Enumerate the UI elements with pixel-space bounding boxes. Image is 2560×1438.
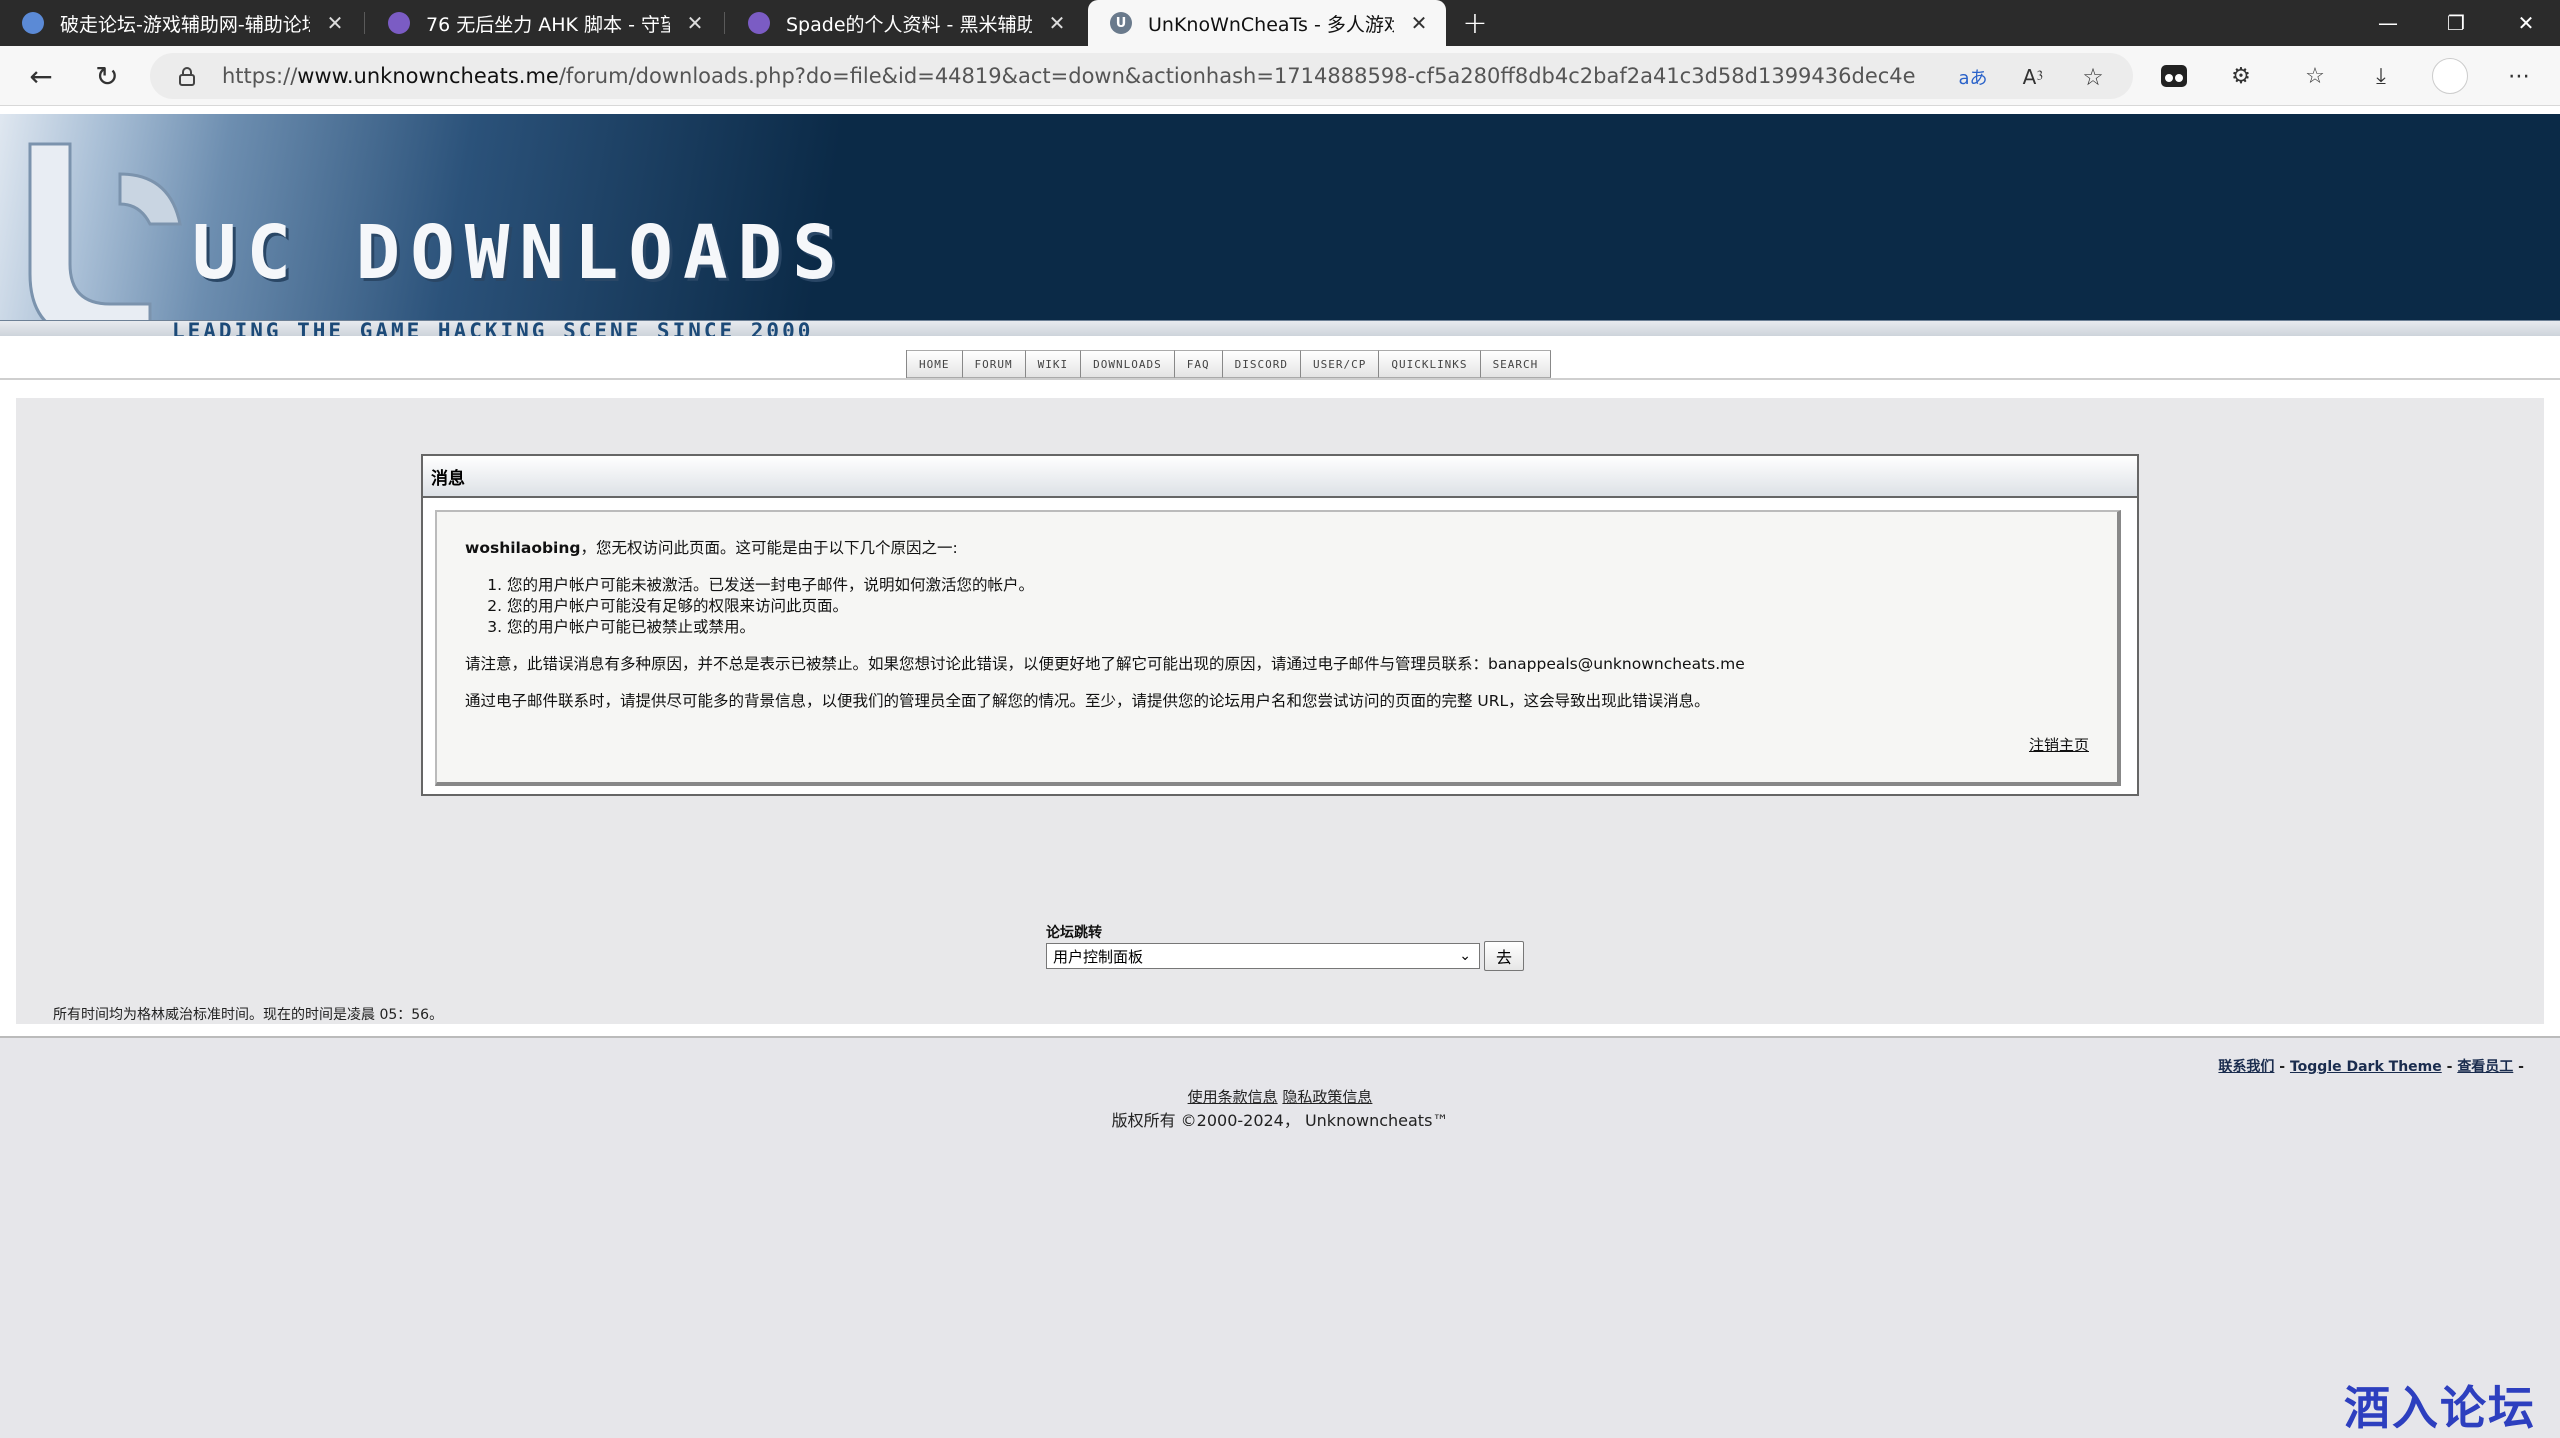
close-window-button[interactable]: ✕ [2492,0,2560,46]
downloads-icon[interactable]: ⤓ [2364,59,2398,93]
tab-favicon-icon [748,12,770,34]
banner-title: UC DOWNLOADS [192,210,847,296]
uc-logo-icon [28,142,182,336]
forum-jump-go-button[interactable]: 去 [1484,941,1524,971]
watermark-logo: 酒入论坛 [2344,1381,2536,1435]
tab-close-icon[interactable]: ✕ [682,10,708,36]
extensions-puzzle-icon[interactable]: ⚙ [2224,59,2258,93]
tab-title: 76 无后坐力 AHK 脚本 - 守望先锋 [426,13,670,36]
site-nav-bar: HOME FORUM WIKI DOWNLOADS FAQ DISCORD US… [906,350,1552,378]
reason-list: 您的用户帐户可能未被激活。已发送一封电子邮件，说明如何激活您的帐户。 您的用户帐… [507,575,2089,638]
footer-sep: - [2513,1059,2524,1075]
profile-avatar[interactable] [2432,58,2468,94]
terms-link[interactable]: 使用条款信息 [1188,1088,1278,1106]
tab-title: UnKnoWnCheaTs - 多人游戏黑客 [1148,13,1394,36]
unknowncheats-favicon-icon: U [1110,12,1132,34]
contact-us-link[interactable]: 联系我们 [2218,1059,2274,1075]
privacy-link[interactable]: 隐私政策信息 [1282,1088,1372,1106]
forum-jump-label: 论坛跳转 [1046,925,1102,941]
message-intro: woshilaobing，您无权访问此页面。这可能是由于以下几个原因之一: [465,538,2089,559]
tab-favicon-icon [388,12,410,34]
banner-tagline: LEADING THE GAME HACKING SCENE SINCE 200… [172,319,814,336]
nav-search[interactable]: SEARCH [1480,350,1552,378]
message-header: 消息 [423,456,2137,498]
more-menu-icon[interactable]: ⋯ [2502,59,2536,93]
view-staff-link[interactable]: 查看员工 [2457,1059,2513,1075]
browser-toolbar: ← ↻ https://www.unknowncheats.me/forum/d… [0,46,2560,106]
tab-close-icon[interactable]: ✕ [1044,10,1070,36]
chevron-down-icon: ⌄ [1459,948,1471,964]
tab-title: 破走论坛-游戏辅助网-辅助论坛 [60,13,310,36]
nav-faq[interactable]: FAQ [1174,350,1223,378]
toggle-dark-theme-link[interactable]: Toggle Dark Theme [2290,1059,2442,1075]
browser-tab-4-active[interactable]: U UnKnoWnCheaTs - 多人游戏黑客 ✕ [1088,0,1446,46]
copyright: 版权所有 ©2000-2024， Unknowncheats™ [1111,1111,1449,1130]
restore-button[interactable]: ❐ [2422,0,2490,46]
browser-tab-1[interactable]: 破走论坛-游戏辅助网-辅助论坛 ✕ [0,0,362,46]
site-banner[interactable]: UC DOWNLOADS LEADING THE GAME HACKING SC… [0,114,2560,336]
tab-title: Spade的个人资料 - 黑米辅助游戏 [786,13,1032,36]
footer-sep: - [2441,1059,2458,1075]
nav-wiki[interactable]: WIKI [1025,350,1082,378]
browser-tab-3[interactable]: Spade的个人资料 - 黑米辅助游戏 ✕ [726,0,1084,46]
favorites-list-icon[interactable]: ☆ [2298,59,2332,93]
lock-icon [179,67,195,86]
policy-links: 使用条款信息 隐私政策信息 [16,1086,2544,1107]
refresh-icon[interactable]: ↻ [86,55,128,97]
extension-tampermonkey-icon[interactable] [2157,59,2191,93]
logout-home-link[interactable]: 注销主页 [2029,735,2089,756]
message-body: woshilaobing，您无权访问此页面。这可能是由于以下几个原因之一: 您的… [435,510,2121,786]
translate-icon[interactable]: aあ [1958,62,1988,92]
address-bar[interactable]: https://www.unknowncheats.me/forum/downl… [150,53,2133,99]
nav-forum[interactable]: FORUM [962,350,1026,378]
reason-item: 您的用户帐户可能未被激活。已发送一封电子邮件，说明如何激活您的帐户。 [507,575,2089,596]
tab-strip: 破走论坛-游戏辅助网-辅助论坛 ✕ 76 无后坐力 AHK 脚本 - 守望先锋 … [0,0,2560,46]
main-content: 消息 woshilaobing，您无权访问此页面。这可能是由于以下几个原因之一:… [16,398,2544,1130]
back-arrow-icon[interactable]: ← [20,55,62,97]
nav-discord[interactable]: DISCORD [1222,350,1301,378]
nav-divider [0,378,2560,380]
timezone-note: 所有时间均为格林威治标准时间。现在的时间是凌晨 05：56。 [53,1007,444,1023]
nav-downloads[interactable]: DOWNLOADS [1081,350,1175,378]
url-prefix: https:// [222,64,298,88]
footer-sep: - [2274,1059,2290,1075]
web-page: UC DOWNLOADS LEADING THE GAME HACKING SC… [0,106,2560,1130]
forum-jump-select[interactable]: 用户控制面板 ⌄ [1046,943,1480,969]
reason-item: 您的用户帐户可能没有足够的权限来访问此页面。 [507,596,2089,617]
tab-close-icon[interactable]: ✕ [322,10,348,36]
minimize-button[interactable]: — [2354,0,2422,46]
reason-item: 您的用户帐户可能已被禁止或禁用。 [507,617,2089,638]
favorite-star-icon[interactable]: ☆ [2078,62,2108,92]
nav-home[interactable]: HOME [907,350,963,378]
username: woshilaobing [465,539,581,557]
browser-tab-2[interactable]: 76 无后坐力 AHK 脚本 - 守望先锋 ✕ [366,0,722,46]
tab-close-icon[interactable]: ✕ [1406,10,1432,36]
tab-separator [724,12,725,34]
tab-separator [364,12,365,34]
new-tab-button[interactable]: + [1456,4,1494,42]
nav-quicklinks[interactable]: QUICKLINKS [1379,350,1481,378]
message-box: 消息 woshilaobing，您无权访问此页面。这可能是由于以下几个原因之一:… [421,454,2139,796]
url-host: www.unknowncheats.me [297,64,559,88]
url-text[interactable]: https://www.unknowncheats.me/forum/downl… [222,64,1916,88]
read-aloud-icon[interactable]: A⁳ [2018,62,2048,92]
footer-links: 联系我们 - Toggle Dark Theme - 查看员工 - [2218,1056,2524,1076]
note-contact-info: 通过电子邮件联系时，请提供尽可能多的背景信息，以便我们的管理员全面了解您的情况。… [465,692,1710,710]
nav-user-cp[interactable]: USER/CP [1300,350,1380,378]
forum-jump-selected: 用户控制面板 [1053,947,1144,966]
tab-favicon-icon [22,12,44,34]
intro-text: ，您无权访问此页面。这可能是由于以下几个原因之一: [580,539,958,557]
url-path: /forum/downloads.php?do=file&id=44819&ac… [558,64,1916,88]
note-error-reasons: 请注意，此错误消息有多种原因，并不总是表示已被禁止。如果您想讨论此错误，以便更好… [465,655,1745,673]
